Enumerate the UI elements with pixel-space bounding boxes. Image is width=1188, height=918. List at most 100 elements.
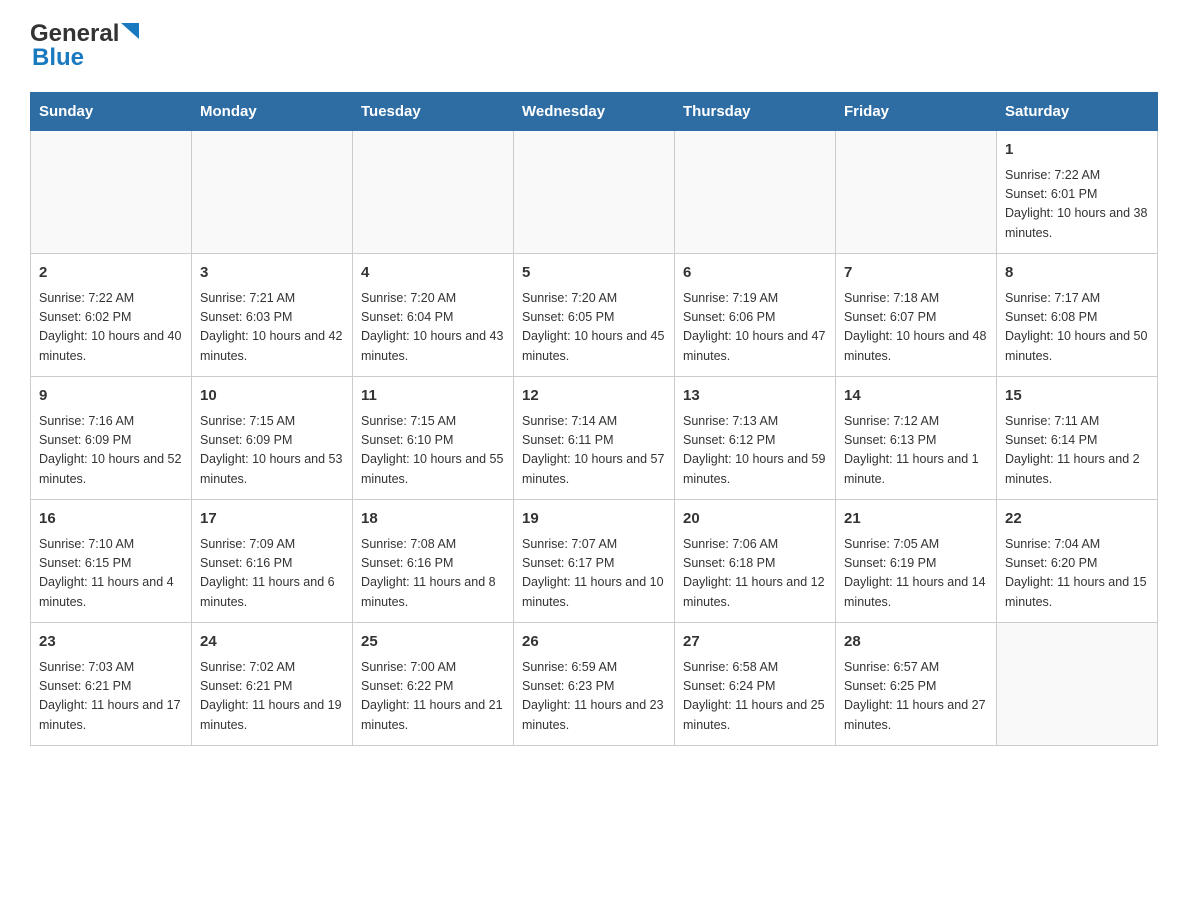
column-header-saturday: Saturday: [997, 93, 1158, 131]
calendar-cell: 25Sunrise: 7:00 AM Sunset: 6:22 PM Dayli…: [353, 623, 514, 746]
logo-blue-text: Blue: [32, 44, 84, 72]
calendar-week-row: 2 Sunrise: 7:22 AM Sunset: 6:02 PM Daylig…: [31, 254, 1158, 377]
day-info: Sunrise: 7:11 AM Sunset: 6:14 PM Dayligh…: [1005, 412, 1149, 490]
day-info: Sunrise: 7:15 AM Sunset: 6:09 PM Dayligh…: [200, 412, 344, 490]
day-number: 2: [39, 262, 183, 285]
day-info: Sunrise: 7:09 AM Sunset: 6:16 PM Dayligh…: [200, 535, 344, 613]
day-number: 23: [39, 631, 183, 654]
calendar-cell: [514, 131, 675, 254]
logo: General Blue: [30, 20, 141, 72]
day-number: 11: [361, 385, 505, 408]
calendar-cell: 11 Sunrise: 7:15 AM Sunset: 6:10 PM Dayli…: [353, 377, 514, 500]
calendar-week-row: 16 Sunrise: 7:10 AM Sunset: 6:15 PM Dayli…: [31, 500, 1158, 623]
calendar-cell: 5 Sunrise: 7:20 AM Sunset: 6:05 PM Daylig…: [514, 254, 675, 377]
calendar-cell: [31, 131, 192, 254]
day-number: 1: [1005, 139, 1149, 162]
calendar-cell: 13 Sunrise: 7:13 AM Sunset: 6:12 PM Dayli…: [675, 377, 836, 500]
day-info: Sunrise: 7:22 AM Sunset: 6:01 PM Dayligh…: [1005, 166, 1149, 244]
day-number: 22: [1005, 508, 1149, 531]
day-info: Sunrise: 7:03 AM Sunset: 6:21 PM Dayligh…: [39, 658, 183, 736]
day-number: 18: [361, 508, 505, 531]
day-info: Sunrise: 7:07 AM Sunset: 6:17 PM Dayligh…: [522, 535, 666, 613]
calendar-cell: 20 Sunrise: 7:06 AM Sunset: 6:18 PM Dayli…: [675, 500, 836, 623]
logo-triangle-icon: [119, 23, 141, 41]
day-info: Sunrise: 6:59 AM Sunset: 6:23 PM Dayligh…: [522, 658, 666, 736]
calendar-cell: [353, 131, 514, 254]
calendar-cell: 23 Sunrise: 7:03 AM Sunset: 6:21 PM Dayli…: [31, 623, 192, 746]
calendar-cell: [192, 131, 353, 254]
calendar-cell: 3 Sunrise: 7:21 AM Sunset: 6:03 PM Daylig…: [192, 254, 353, 377]
day-info: Sunrise: 7:20 AM Sunset: 6:04 PM Dayligh…: [361, 289, 505, 367]
day-info: Sunrise: 6:58 AM Sunset: 6:24 PM Dayligh…: [683, 658, 827, 736]
calendar-cell: [675, 131, 836, 254]
day-info: Sunrise: 7:00 AM Sunset: 6:22 PM Dayligh…: [361, 658, 505, 736]
day-number: 9: [39, 385, 183, 408]
calendar-week-row: 1 Sunrise: 7:22 AM Sunset: 6:01 PM Daylig…: [31, 131, 1158, 254]
day-info: Sunrise: 7:13 AM Sunset: 6:12 PM Dayligh…: [683, 412, 827, 490]
day-number: 15: [1005, 385, 1149, 408]
calendar-cell: 28 Sunrise: 6:57 AM Sunset: 6:25 PM Dayli…: [836, 623, 997, 746]
calendar-week-row: 23 Sunrise: 7:03 AM Sunset: 6:21 PM Dayli…: [31, 623, 1158, 746]
day-info: Sunrise: 7:12 AM Sunset: 6:13 PM Dayligh…: [844, 412, 988, 490]
day-number: 24: [200, 631, 344, 654]
day-number: 14: [844, 385, 988, 408]
calendar-cell: 1 Sunrise: 7:22 AM Sunset: 6:01 PM Daylig…: [997, 131, 1158, 254]
column-header-monday: Monday: [192, 93, 353, 131]
day-info: Sunrise: 7:10 AM Sunset: 6:15 PM Dayligh…: [39, 535, 183, 613]
calendar-cell: 22 Sunrise: 7:04 AM Sunset: 6:20 PM Dayli…: [997, 500, 1158, 623]
day-number: 20: [683, 508, 827, 531]
column-header-wednesday: Wednesday: [514, 93, 675, 131]
calendar-cell: 7 Sunrise: 7:18 AM Sunset: 6:07 PM Daylig…: [836, 254, 997, 377]
day-info: Sunrise: 7:22 AM Sunset: 6:02 PM Dayligh…: [39, 289, 183, 367]
day-number: 7: [844, 262, 988, 285]
calendar-cell: 16 Sunrise: 7:10 AM Sunset: 6:15 PM Dayli…: [31, 500, 192, 623]
day-number: 13: [683, 385, 827, 408]
calendar-cell: 9 Sunrise: 7:16 AM Sunset: 6:09 PM Daylig…: [31, 377, 192, 500]
column-header-sunday: Sunday: [31, 93, 192, 131]
column-header-friday: Friday: [836, 93, 997, 131]
day-number: 27: [683, 631, 827, 654]
day-info: Sunrise: 7:15 AM Sunset: 6:10 PM Dayligh…: [361, 412, 505, 490]
calendar-cell: 17 Sunrise: 7:09 AM Sunset: 6:16 PM Dayli…: [192, 500, 353, 623]
calendar-table: SundayMondayTuesdayWednesdayThursdayFrid…: [30, 92, 1158, 746]
day-number: 3: [200, 262, 344, 285]
day-info: Sunrise: 7:21 AM Sunset: 6:03 PM Dayligh…: [200, 289, 344, 367]
day-number: 16: [39, 508, 183, 531]
page-header: General Blue: [30, 20, 1158, 72]
calendar-cell: 8Sunrise: 7:17 AM Sunset: 6:08 PM Daylig…: [997, 254, 1158, 377]
day-info: Sunrise: 7:02 AM Sunset: 6:21 PM Dayligh…: [200, 658, 344, 736]
day-info: Sunrise: 7:16 AM Sunset: 6:09 PM Dayligh…: [39, 412, 183, 490]
day-info: Sunrise: 7:17 AM Sunset: 6:08 PM Dayligh…: [1005, 289, 1149, 367]
calendar-cell: 21Sunrise: 7:05 AM Sunset: 6:19 PM Dayli…: [836, 500, 997, 623]
calendar-cell: 14 Sunrise: 7:12 AM Sunset: 6:13 PM Dayli…: [836, 377, 997, 500]
column-header-tuesday: Tuesday: [353, 93, 514, 131]
day-number: 26: [522, 631, 666, 654]
day-info: Sunrise: 7:06 AM Sunset: 6:18 PM Dayligh…: [683, 535, 827, 613]
calendar-cell: [836, 131, 997, 254]
day-info: Sunrise: 7:04 AM Sunset: 6:20 PM Dayligh…: [1005, 535, 1149, 613]
calendar-cell: 27 Sunrise: 6:58 AM Sunset: 6:24 PM Dayli…: [675, 623, 836, 746]
day-info: Sunrise: 7:08 AM Sunset: 6:16 PM Dayligh…: [361, 535, 505, 613]
day-info: Sunrise: 7:05 AM Sunset: 6:19 PM Dayligh…: [844, 535, 988, 613]
day-number: 5: [522, 262, 666, 285]
day-info: Sunrise: 7:20 AM Sunset: 6:05 PM Dayligh…: [522, 289, 666, 367]
calendar-header-row: SundayMondayTuesdayWednesdayThursdayFrid…: [31, 93, 1158, 131]
day-number: 4: [361, 262, 505, 285]
calendar-cell: 6 Sunrise: 7:19 AM Sunset: 6:06 PM Daylig…: [675, 254, 836, 377]
day-number: 10: [200, 385, 344, 408]
column-header-thursday: Thursday: [675, 93, 836, 131]
calendar-cell: [997, 623, 1158, 746]
day-info: Sunrise: 7:18 AM Sunset: 6:07 PM Dayligh…: [844, 289, 988, 367]
calendar-week-row: 9 Sunrise: 7:16 AM Sunset: 6:09 PM Daylig…: [31, 377, 1158, 500]
day-number: 17: [200, 508, 344, 531]
calendar-cell: 18 Sunrise: 7:08 AM Sunset: 6:16 PM Dayli…: [353, 500, 514, 623]
calendar-cell: 26 Sunrise: 6:59 AM Sunset: 6:23 PM Dayli…: [514, 623, 675, 746]
calendar-cell: 12Sunrise: 7:14 AM Sunset: 6:11 PM Dayli…: [514, 377, 675, 500]
calendar-cell: 19Sunrise: 7:07 AM Sunset: 6:17 PM Dayli…: [514, 500, 675, 623]
day-number: 28: [844, 631, 988, 654]
day-info: Sunrise: 6:57 AM Sunset: 6:25 PM Dayligh…: [844, 658, 988, 736]
day-info: Sunrise: 7:19 AM Sunset: 6:06 PM Dayligh…: [683, 289, 827, 367]
day-number: 6: [683, 262, 827, 285]
calendar-cell: 15 Sunrise: 7:11 AM Sunset: 6:14 PM Dayli…: [997, 377, 1158, 500]
calendar-cell: 4 Sunrise: 7:20 AM Sunset: 6:04 PM Daylig…: [353, 254, 514, 377]
